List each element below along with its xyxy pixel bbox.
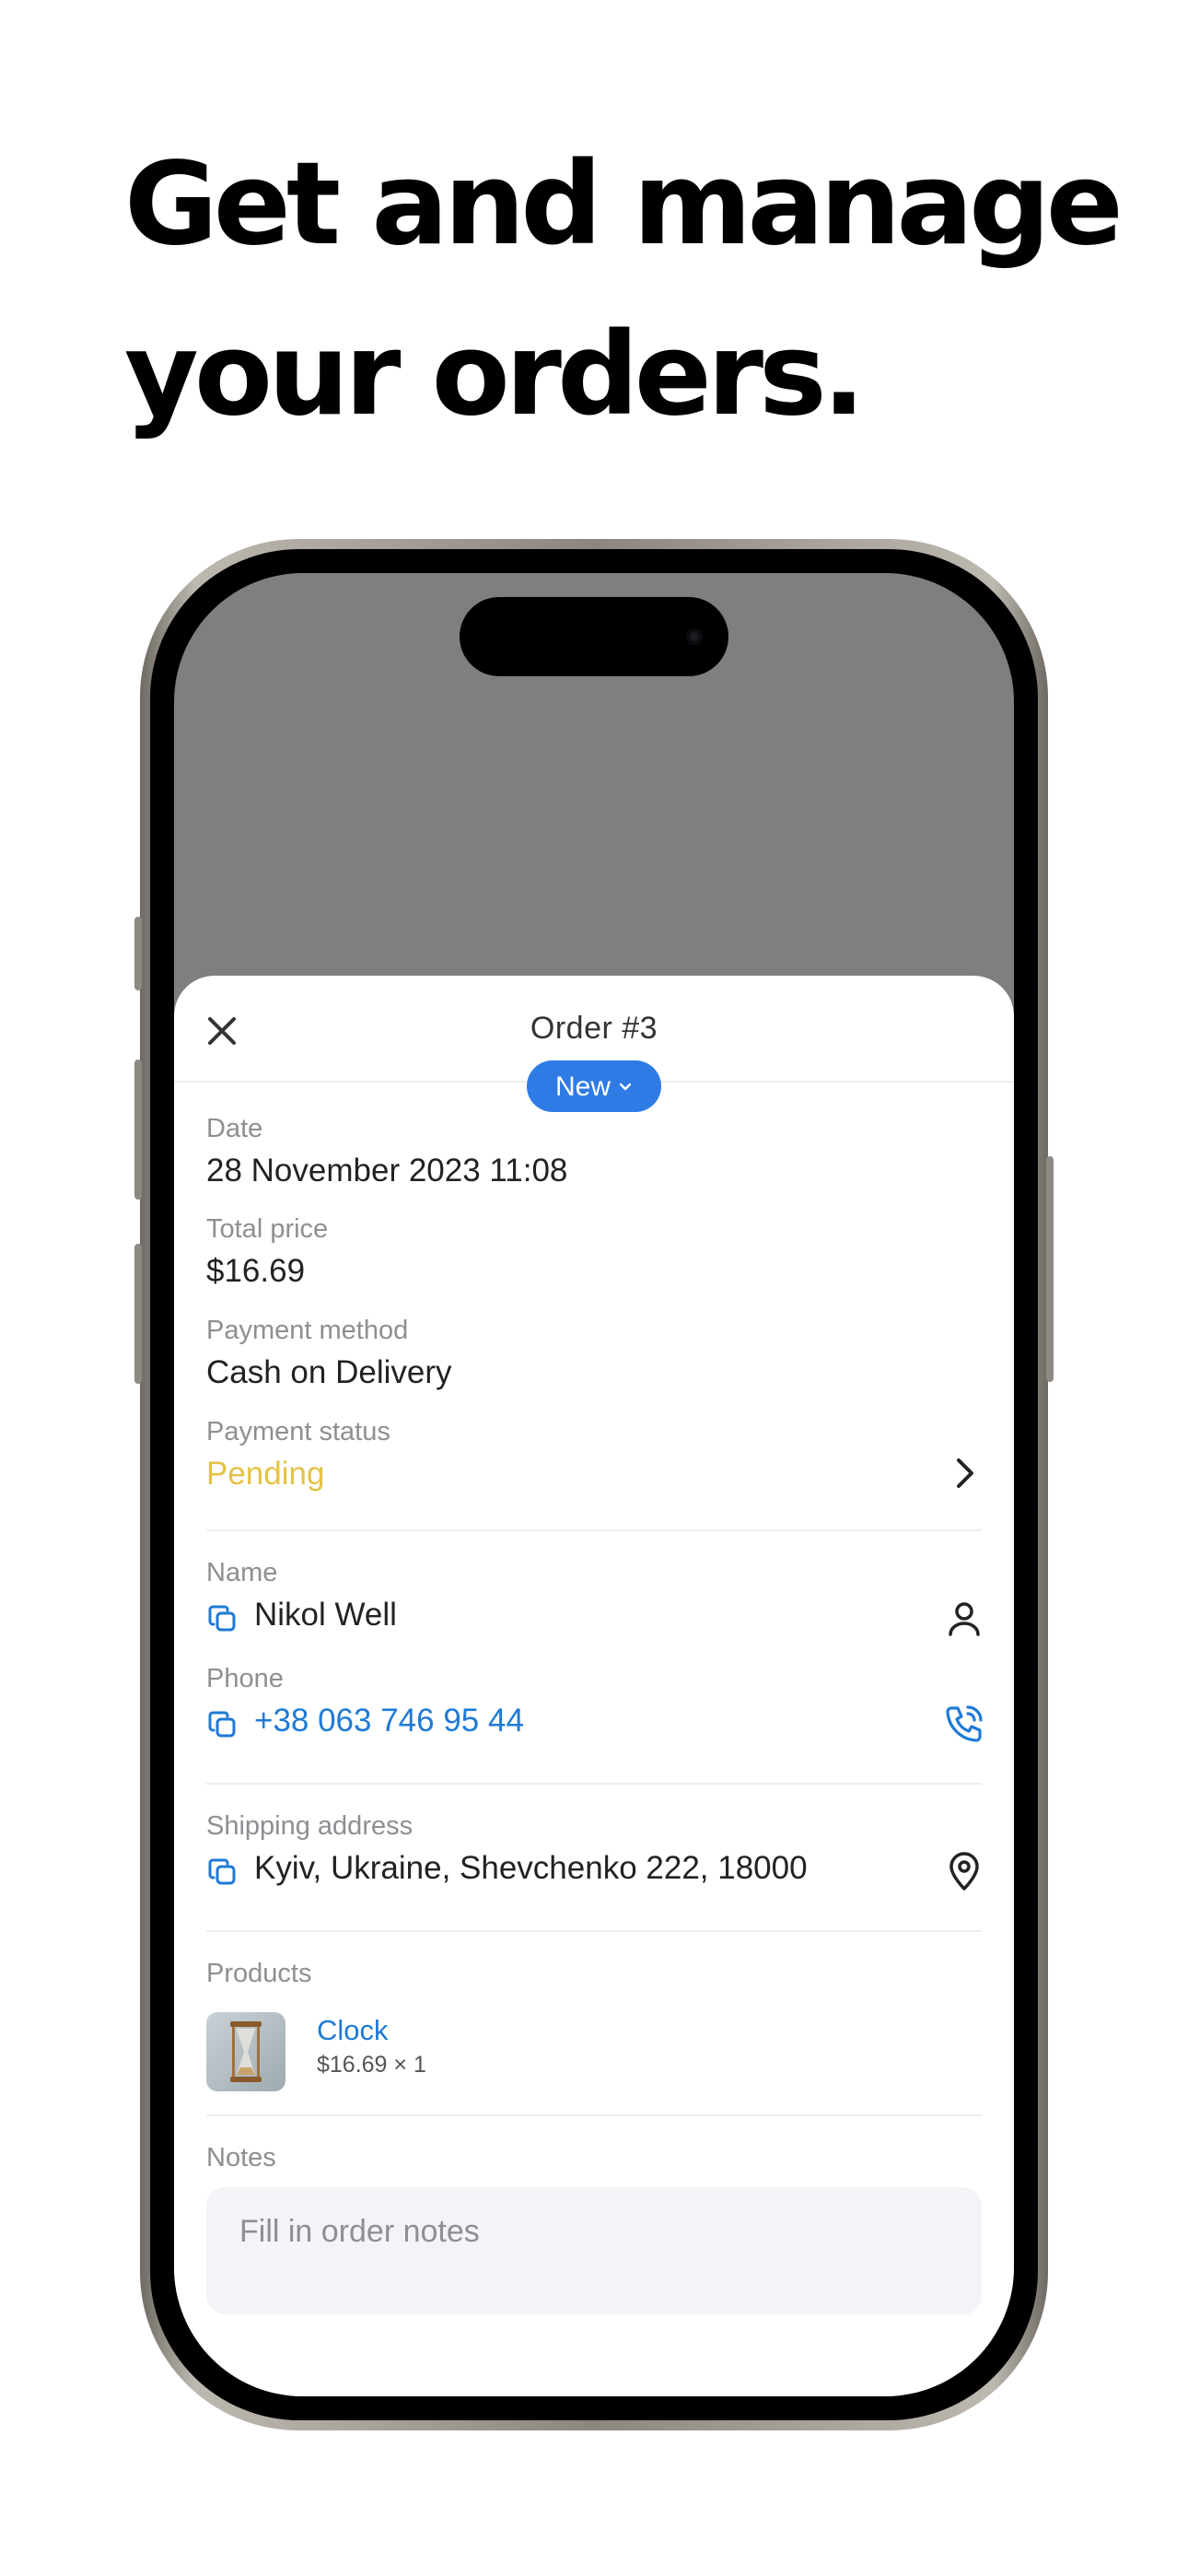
total-price-label: Total price xyxy=(206,1214,329,1244)
total-price-value: $16.69 xyxy=(206,1253,306,1289)
phone-screen: Order #3 New Date 28 November 2023 11:08… xyxy=(174,573,1014,2396)
volume-down-button xyxy=(134,1244,142,1384)
section-divider xyxy=(206,1783,982,1785)
copy-icon[interactable] xyxy=(206,1708,239,1741)
chevron-down-icon xyxy=(619,1083,632,1091)
headline-line-1: Get and manage xyxy=(124,138,1124,271)
section-divider xyxy=(206,2114,982,2116)
camera-icon xyxy=(686,628,703,645)
phone-call-icon[interactable] xyxy=(942,1702,986,1746)
product-price-quantity: $16.69 × 1 xyxy=(317,2052,426,2078)
payment-method-value: Cash on Delivery xyxy=(206,1354,452,1390)
dynamic-island xyxy=(460,597,728,676)
action-button xyxy=(134,917,142,990)
headline: Get and manage your orders. xyxy=(124,120,1137,461)
section-divider xyxy=(206,1930,982,1932)
notes-label: Notes xyxy=(206,2143,276,2172)
notes-field[interactable] xyxy=(206,2187,982,2314)
shipping-address-value: Kyiv, Ukraine, Shevchenko 222, 18000 xyxy=(254,1850,808,1886)
products-label: Products xyxy=(206,1959,312,1988)
customer-name-value: Nikol Well xyxy=(254,1597,397,1633)
chevron-right-icon[interactable] xyxy=(942,1451,986,1495)
person-icon[interactable] xyxy=(942,1597,986,1641)
status-label: New xyxy=(554,1071,611,1103)
product-name[interactable]: Clock xyxy=(317,2014,389,2047)
payment-method-label: Payment method xyxy=(206,1316,409,1345)
order-title: Order #3 xyxy=(530,1011,658,1046)
section-divider xyxy=(206,1529,982,1531)
hourglass-clock-icon xyxy=(230,2021,262,2082)
phone-label: Phone xyxy=(206,1664,284,1693)
phone-value[interactable]: +38 063 746 95 44 xyxy=(254,1703,524,1739)
location-pin-icon[interactable] xyxy=(942,1849,986,1893)
shipping-address-label: Shipping address xyxy=(206,1811,413,1841)
volume-up-button xyxy=(134,1060,142,1200)
product-image[interactable] xyxy=(206,2012,285,2091)
status-dropdown[interactable]: New xyxy=(527,1060,661,1112)
payment-status-label: Payment status xyxy=(206,1417,390,1446)
notes-input[interactable] xyxy=(238,2207,941,2255)
date-label: Date xyxy=(206,1114,263,1143)
order-sheet: Order #3 New Date 28 November 2023 11:08… xyxy=(174,976,1014,2396)
name-label: Name xyxy=(206,1558,278,1587)
copy-icon[interactable] xyxy=(206,1602,239,1635)
headline-line-2: your orders. xyxy=(124,309,866,441)
power-button xyxy=(1046,1156,1054,1382)
payment-status-value[interactable]: Pending xyxy=(206,1456,324,1493)
date-value: 28 November 2023 11:08 xyxy=(206,1153,568,1188)
copy-icon[interactable] xyxy=(206,1856,239,1889)
